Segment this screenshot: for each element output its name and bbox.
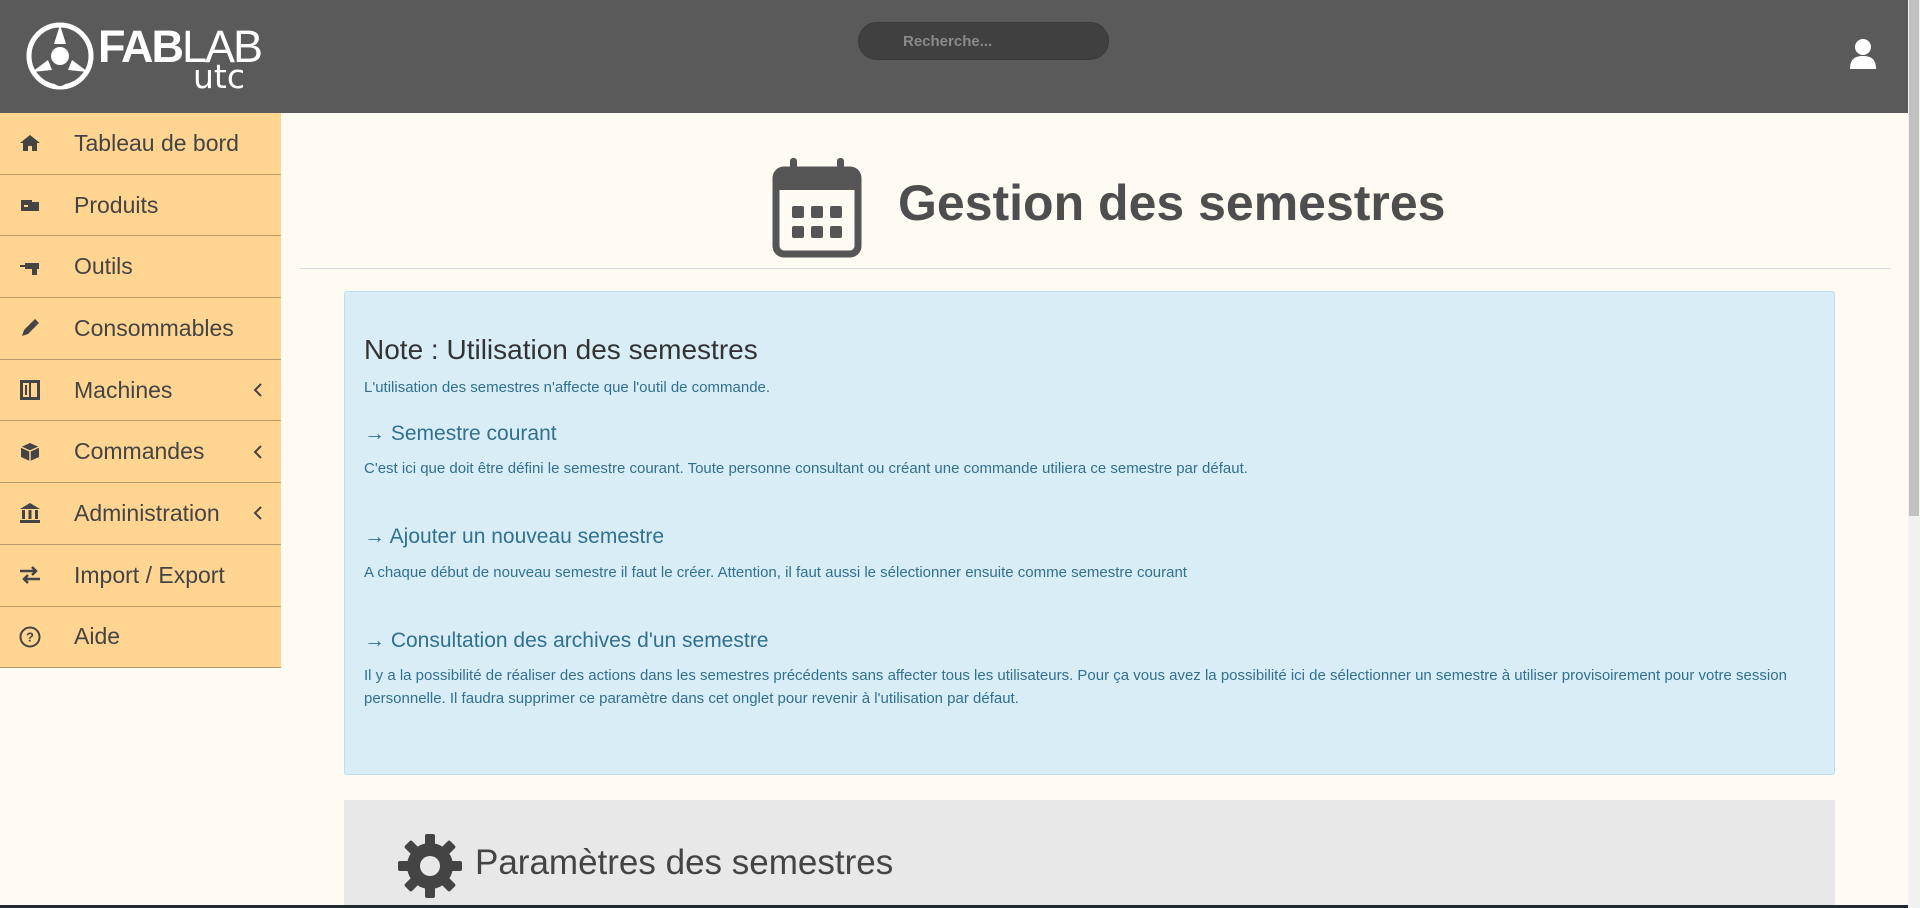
user-icon[interactable] xyxy=(1849,38,1877,70)
sidebar-item-tableau-de-bord[interactable]: Tableau de bord xyxy=(0,113,281,175)
note-section-title: → Consultation des archives d'un semestr… xyxy=(364,629,769,652)
chevron-left-icon xyxy=(253,506,262,521)
sidebar-item-label: Aide xyxy=(74,623,121,650)
sidebar-item-label: Tableau de bord xyxy=(74,129,239,156)
sidebar-item-label: Produits xyxy=(74,191,159,218)
note-section-title: → Semestre courant xyxy=(364,422,557,445)
drill-icon xyxy=(20,262,39,275)
chevron-left-icon xyxy=(253,445,262,459)
params-title: Paramètres des semestres xyxy=(475,843,894,882)
box-icon xyxy=(20,442,40,461)
note-section-title: → Ajouter un nouveau semestre xyxy=(364,525,665,548)
svg-text:?: ? xyxy=(26,629,34,644)
machine-icon xyxy=(20,380,40,401)
help-icon: ? xyxy=(19,626,41,648)
sidebar-item-commandes[interactable]: Commandes xyxy=(0,421,281,484)
pen-icon xyxy=(22,319,39,337)
page-header: Gestion des semestres xyxy=(300,150,1890,269)
sidebar-item-label: Import / Export xyxy=(74,561,225,588)
exchange-icon xyxy=(20,566,40,585)
sidebar-item-administration[interactable]: Administration xyxy=(0,483,281,545)
search-input[interactable]: Recherche... xyxy=(858,22,1109,60)
sidebar-item-label: Administration xyxy=(74,499,220,526)
note-title: Note : Utilisation des semestres xyxy=(364,334,758,365)
semester-params-panel: Paramètres des semestres xyxy=(344,800,1835,908)
logo-subtext: utc xyxy=(193,57,245,96)
info-note: Note : Utilisation des semestres L'utili… xyxy=(344,291,1835,775)
scrollbar-thumb[interactable] xyxy=(1909,0,1919,516)
product-icon xyxy=(21,200,39,212)
gear-icon xyxy=(398,834,462,898)
note-section-text: A chaque début de nouveau semestre il fa… xyxy=(364,564,1187,581)
sidebar-item-label: Machines xyxy=(74,376,173,403)
sidebar-item-label: Commandes xyxy=(74,438,205,465)
note-section-text: C'est ici que doit être défini le semest… xyxy=(364,460,1248,477)
note-intro: L'utilisation des semestres n'affecte qu… xyxy=(364,379,771,396)
sidebar-item-produits[interactable]: Produits xyxy=(0,174,281,237)
fablab-logo[interactable]: FABLAB utc xyxy=(26,20,263,96)
sidebar-item-aide[interactable]: ? Aide xyxy=(0,606,281,669)
top-navbar: FABLAB utc Recherche... xyxy=(0,0,1908,113)
sidebar-item-machines[interactable]: Machines xyxy=(0,359,281,422)
search-placeholder: Recherche... xyxy=(903,33,993,50)
page-title: Gestion des semestres xyxy=(898,175,1446,231)
sidebar-item-import-export[interactable]: Import / Export xyxy=(0,544,281,607)
note-section-text: Il y a la possibilité de réaliser des ac… xyxy=(364,667,1787,707)
chevron-left-icon xyxy=(253,383,262,397)
sidebar-item-label: Consommables xyxy=(74,314,234,341)
sidebar-item-label: Outils xyxy=(74,253,133,280)
sidebar-item-consommables[interactable]: Consommables xyxy=(0,298,281,360)
sidebar-item-outils[interactable]: Outils xyxy=(0,236,281,299)
home-icon xyxy=(20,135,40,152)
fablab-logo-icon xyxy=(26,22,94,90)
calendar-icon xyxy=(772,158,862,258)
sidebar: Tableau de bord Produits Outils Consomma… xyxy=(0,113,281,669)
bank-icon xyxy=(20,503,40,524)
